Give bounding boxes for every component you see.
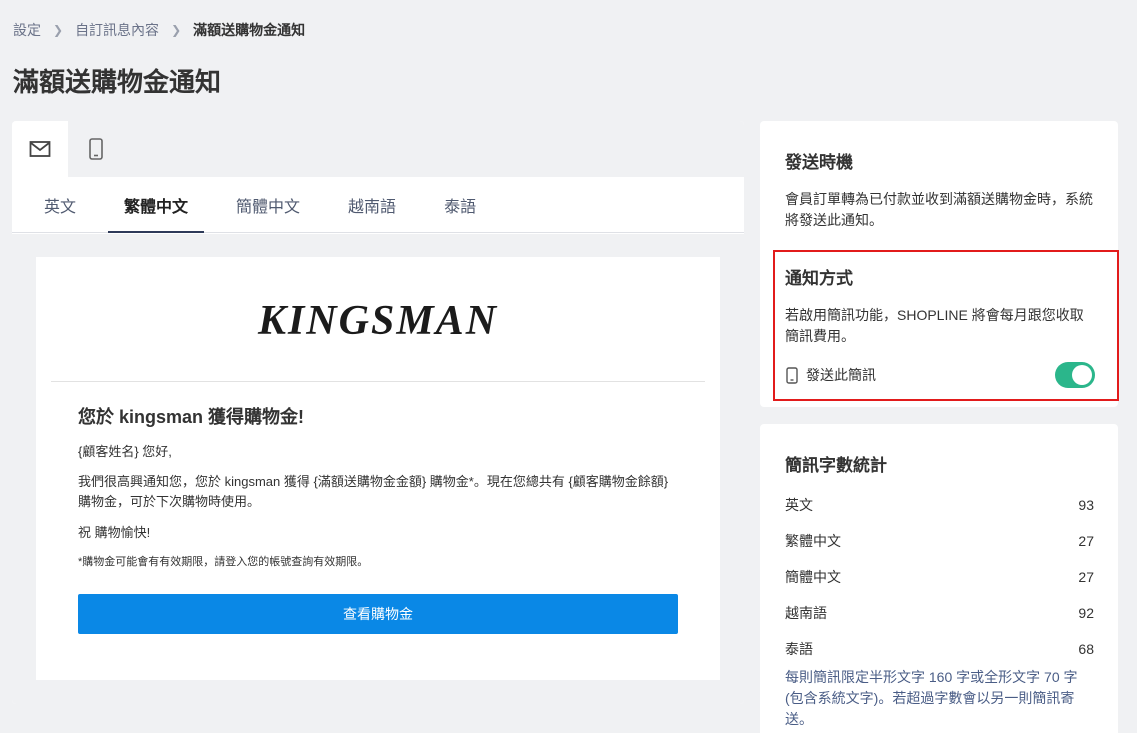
email-heading: 您於 kingsman 獲得購物金! [78, 407, 305, 427]
breadcrumb-custom-message-link[interactable]: 自訂訊息內容 [75, 20, 159, 40]
mobile-icon [786, 366, 798, 384]
stats-row: 越南語 92 [785, 595, 1094, 631]
sms-stats-title: 簡訊字數統計 [785, 456, 887, 475]
chevron-right-icon: ❯ [53, 23, 64, 37]
email-body: 您於 kingsman 獲得購物金! {顧客姓名} 您好, 我們很高興通知您，您… [78, 403, 678, 569]
stats-count: 27 [1078, 569, 1094, 585]
sms-stats-footnote: 每則簡訊限定半形文字 160 字或全形文字 70 字 (包含系統文字)。若超過字… [785, 669, 1078, 727]
page-title: 滿額送購物金通知 [13, 67, 222, 97]
tab-sms[interactable] [68, 121, 124, 177]
mobile-icon [89, 138, 103, 160]
timing-title: 發送時機 [785, 153, 853, 172]
tab-vietnamese[interactable]: 越南語 [332, 177, 412, 232]
notification-title: 通知方式 [785, 269, 853, 288]
breadcrumb-current: 滿額送購物金通知 [193, 22, 306, 38]
stats-row: 英文 93 [785, 487, 1094, 523]
sms-toggle-row: 發送此簡訊 [786, 362, 1095, 388]
stats-count: 68 [1078, 641, 1094, 657]
stats-language: 泰語 [785, 641, 813, 657]
email-preview: KINGSMAN 您於 kingsman 獲得購物金! {顧客姓名} 您好, 我… [36, 257, 720, 680]
stats-row: 繁體中文 27 [785, 523, 1094, 559]
breadcrumb: 設定 ❯ 自訂訊息內容 ❯ 滿額送購物金通知 [13, 20, 305, 40]
stats-language: 繁體中文 [785, 533, 841, 549]
view-credit-button[interactable]: 查看購物金 [78, 594, 678, 634]
email-paragraph: 我們很高興通知您，您於 kingsman 獲得 {滿額送購物金金額} 購物金*。… [78, 474, 669, 509]
brand-logo: KINGSMAN [257, 298, 499, 344]
tab-thai[interactable]: 泰語 [428, 177, 492, 232]
stats-language: 越南語 [785, 605, 827, 621]
mail-icon [29, 141, 51, 157]
tab-traditional-chinese[interactable]: 繁體中文 [108, 177, 205, 233]
channel-tabs [12, 121, 744, 177]
sms-stats-list: 英文 93 繁體中文 27 簡體中文 27 越南語 92 泰語 68 [785, 487, 1094, 667]
chevron-right-icon: ❯ [171, 23, 182, 37]
stats-language: 英文 [785, 497, 813, 513]
tab-simplified-chinese[interactable]: 簡體中文 [220, 177, 316, 232]
timing-section: 發送時機 會員訂單轉為已付款並收到滿額送購物金時，系統將發送此通知。 [785, 148, 1096, 231]
stats-row: 簡體中文 27 [785, 559, 1094, 595]
language-tabs: 英文 繁體中文 簡體中文 越南語 泰語 [12, 177, 744, 233]
tab-email[interactable] [12, 121, 68, 177]
settings-card: 發送時機 會員訂單轉為已付款並收到滿額送購物金時，系統將發送此通知。 通知方式 … [760, 121, 1119, 407]
toggle-knob [1072, 365, 1092, 385]
stats-language: 簡體中文 [785, 569, 841, 585]
stats-row: 泰語 68 [785, 631, 1094, 667]
breadcrumb-settings-link[interactable]: 設定 [13, 20, 41, 40]
notification-description: 若啟用簡訊功能，SHOPLINE 將會每月跟您收取簡訊費用。 [785, 307, 1084, 344]
email-preview-area: KINGSMAN 您於 kingsman 獲得購物金! {顧客姓名} 您好, 我… [12, 234, 744, 704]
email-note: *購物金可能會有有效期限，請登入您的帳號查詢有效期限。 [78, 556, 369, 568]
stats-count: 27 [1078, 533, 1094, 549]
divider [51, 381, 705, 382]
stats-count: 93 [1078, 497, 1094, 513]
sms-stats-card: 簡訊字數統計 英文 93 繁體中文 27 簡體中文 27 越南語 92 泰語 6… [760, 424, 1118, 733]
email-signoff: 祝 購物愉快! [78, 525, 151, 540]
stats-count: 92 [1078, 605, 1094, 621]
timing-description: 會員訂單轉為已付款並收到滿額送購物金時，系統將發送此通知。 [785, 191, 1093, 228]
sms-toggle-label: 發送此簡訊 [806, 367, 876, 383]
notification-method-section: 通知方式 若啟用簡訊功能，SHOPLINE 將會每月跟您收取簡訊費用。 發送此簡… [773, 250, 1119, 401]
template-preview-card: 英文 繁體中文 簡體中文 越南語 泰語 KINGSMAN 您於 kingsman… [12, 121, 744, 704]
sms-toggle[interactable] [1055, 362, 1095, 388]
tab-english[interactable]: 英文 [28, 177, 92, 232]
email-greeting: {顧客姓名} 您好, [78, 444, 172, 459]
